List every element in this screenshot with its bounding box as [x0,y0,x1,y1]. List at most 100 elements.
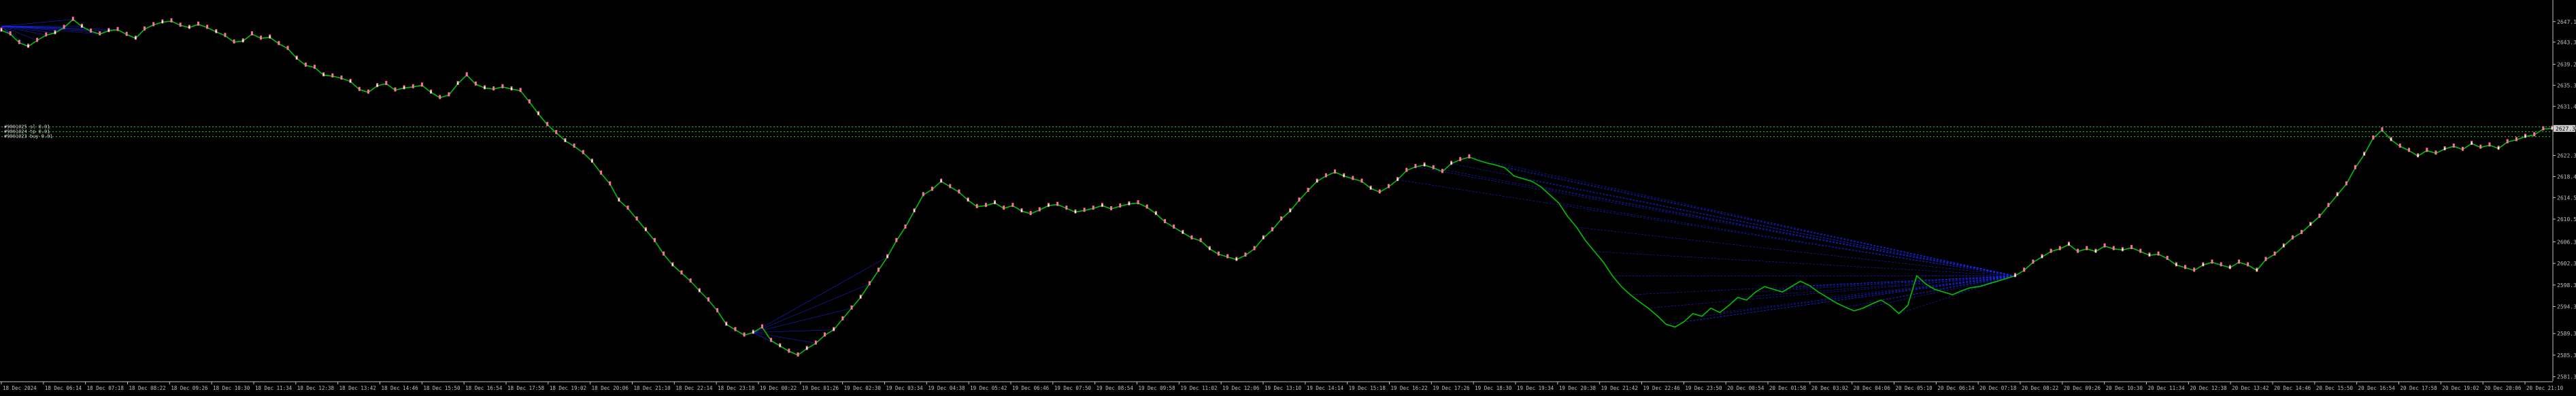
candle-body [2193,267,2195,271]
candle-body [492,86,495,90]
candle-body [2462,147,2464,151]
candle-body [1226,254,1228,259]
candle-body [1110,206,1112,210]
candle-body [2184,265,2186,269]
candle-body [841,316,843,320]
time-tick-label: 20 Dec 16:54 [2358,385,2396,391]
price-tick-label: 2581.3 [2557,374,2576,380]
candle-body [2274,252,2276,256]
candle-body [672,263,673,265]
candle-body [224,33,226,37]
candle-body [1075,211,1076,213]
candle-body [81,25,82,27]
candle-body [99,31,101,35]
time-tick-label: 18 Dec 10:30 [213,385,250,391]
time-tick-label: 20 Dec 12:38 [2190,385,2227,391]
candle-body [1388,184,1390,188]
candle-body [1361,179,1363,183]
candle-body [2032,260,2034,264]
time-tick-label: 20 Dec 14:46 [2274,385,2311,391]
candle-body [305,63,307,67]
candle-body [2158,252,2160,256]
candle-body [511,88,512,90]
time-tick-label: 19 Dec 21:42 [1601,385,1638,391]
candle-body [457,82,458,84]
candle-body [1,29,2,31]
time-tick-label: 18 Dec 22:14 [675,385,713,391]
candle-body [287,46,289,50]
candle-body [690,278,692,282]
candle-body [949,184,951,188]
candle-body [2498,147,2499,149]
candle-body [2515,137,2518,141]
time-tick-label: 18 Dec 19:02 [550,385,586,391]
price-chart[interactable]: #9001025 sl 0.01#9001024 tp 0.01#9001023… [0,0,2576,393]
candle-body [609,181,611,185]
candle-body [2077,249,2079,253]
candle-body [197,22,199,26]
candle-body [242,39,244,42]
candle-body [931,186,933,191]
time-tick-label: 18 Dec 13:42 [339,385,376,391]
candle-body [967,199,969,201]
candle-body [1137,200,1139,204]
candle-body [681,270,683,274]
candle-body [851,306,853,310]
candle-body [2418,154,2419,156]
candle-body [314,65,316,69]
candle-body [2390,138,2392,140]
time-tick-label: 19 Dec 11:02 [1180,385,1217,391]
candle-body [296,57,297,59]
candle-body [2381,127,2383,131]
time-tick-label: 19 Dec 15:18 [1349,385,1386,391]
candle-body [72,17,74,21]
time-tick-label: 20 Dec 00:54 [1727,385,1764,391]
time-tick-label: 19 Dec 03:34 [886,385,924,391]
candle-body [716,308,718,312]
candle-body [2301,230,2303,234]
candle-body [2264,257,2266,261]
chart-background [0,0,2576,393]
candle-body [331,73,333,78]
candle-body [1200,238,1202,242]
candle-body [1218,252,1220,256]
candle-body [806,347,807,349]
candle-body [1298,197,1300,201]
candle-body [260,35,262,39]
candle-body [1128,203,1130,205]
time-tick-label: 20 Dec 07:18 [1979,385,2017,391]
candle-body [555,130,557,134]
time-tick-label: 18 Dec 17:58 [507,385,545,391]
candle-body [251,31,253,35]
candle-body [2015,274,2016,276]
candle-body [135,37,136,39]
candle-body [734,327,736,331]
candle-body [663,252,665,256]
price-tick-label: 2589.3 [2557,331,2576,337]
candle-body [2488,142,2490,146]
candle-body [780,344,781,346]
candle-body [117,27,119,31]
candle-body [2444,148,2445,150]
candle-body [1209,248,1210,250]
time-tick-label: 18 Dec 23:18 [718,385,755,391]
time-tick-label: 20 Dec 11:34 [2148,385,2186,391]
time-tick-label: 19 Dec 22:46 [1643,385,1681,391]
candle-body [45,33,47,37]
candle-body [484,86,486,88]
candle-body [2059,246,2061,250]
candle-body [1065,205,1067,210]
candle-body [2364,153,2365,155]
candle-body [2507,139,2509,144]
candle-body [2542,127,2544,131]
candle-body [1182,231,1184,233]
time-tick-label: 19 Dec 20:38 [1559,385,1596,391]
candle-body [922,192,924,196]
trading-chart-window[interactable]: #9001025 sl 0.01#9001024 tp 0.01#9001023… [0,0,2576,393]
candle-body [1352,176,1354,180]
time-tick-label: 19 Dec 23:50 [1685,385,1722,391]
candle-body [448,93,450,97]
candle-body [108,29,110,31]
candle-body [2050,249,2052,253]
price-tick-label: 2647.1 [2557,19,2576,25]
